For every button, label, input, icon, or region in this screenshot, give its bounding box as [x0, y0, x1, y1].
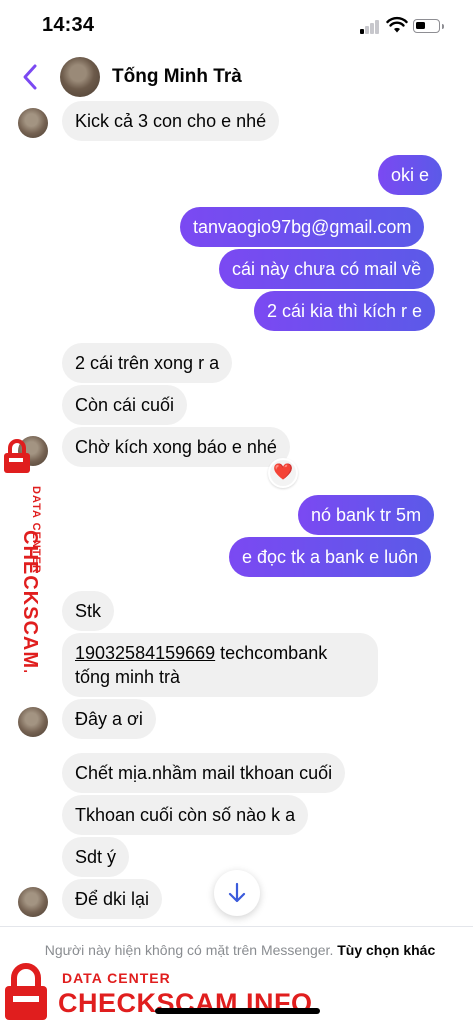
sender-avatar[interactable]	[18, 707, 48, 737]
contact-name[interactable]: Tống Minh Trà	[112, 66, 242, 88]
status-bar: 14:34	[0, 0, 473, 52]
chat-header: Tống Minh Trà	[0, 52, 473, 104]
message-bubble-outgoing[interactable]: e đọc tk a bank e luôn	[229, 537, 432, 577]
footer-divider	[0, 926, 473, 927]
message-bubble-incoming[interactable]: Chết mịa.nhầm mail tkhoan cuối	[62, 753, 346, 793]
sender-avatar[interactable]	[18, 887, 48, 917]
wifi-icon	[386, 16, 408, 33]
message-bubble-incoming[interactable]: Tkhoan cuối còn số nào k a	[62, 795, 309, 835]
home-indicator[interactable]	[155, 1008, 320, 1014]
unavailable-notice: Người này hiện không có mặt trên Messeng…	[40, 940, 440, 960]
message-bubble-outgoing[interactable]: oki e	[378, 155, 443, 195]
message-bubble-incoming[interactable]: Để dki lại	[62, 879, 163, 919]
arrow-down-icon	[228, 882, 246, 903]
message-bubble-outgoing[interactable]: nó bank tr 5m	[298, 495, 435, 535]
unavailable-text: Người này hiện không có mặt trên Messeng…	[44, 942, 334, 958]
padlock-icon	[4, 439, 30, 473]
padlock-icon	[5, 963, 47, 1020]
back-chevron-icon[interactable]	[18, 62, 42, 92]
contact-avatar[interactable]	[60, 57, 100, 97]
message-bubble-incoming[interactable]: Đây a ơi	[62, 699, 156, 739]
message-bubble-incoming[interactable]: Còn cái cuối	[62, 385, 188, 425]
watermark-vertical-text: CHECKSCAM.INFO DATA CENTER	[19, 486, 42, 672]
cellular-signal-icon	[360, 20, 380, 34]
message-bubble-outgoing[interactable]: cái này chưa có mail về	[219, 249, 435, 289]
watermark-subtitle: DATA CENTER	[62, 970, 171, 986]
message-bubble-incoming[interactable]: 19032584159669 techcombank tống minh trà	[62, 633, 378, 697]
message-bubble-incoming[interactable]: Chờ kích xong báo e nhé	[62, 427, 290, 467]
bank-name: techcombank	[215, 643, 328, 663]
scroll-to-bottom-button[interactable]	[214, 870, 260, 916]
account-number-link[interactable]: 19032584159669	[75, 643, 215, 663]
more-options-link[interactable]: Tùy chọn khác	[337, 942, 435, 958]
watermark-bottom: DATA CENTER CHECKSCAM.INFO	[0, 960, 312, 1024]
message-bubble-outgoing[interactable]: tanvaogio97bg@gmail.com	[180, 207, 425, 247]
svg-text:DATA CENTER: DATA CENTER	[30, 486, 42, 574]
battery-icon	[413, 19, 444, 33]
heart-reaction-icon[interactable]: ❤️	[268, 458, 298, 488]
watermark-title: CHECKSCAM.INFO	[58, 988, 313, 1018]
message-bubble-incoming[interactable]: Stk	[62, 591, 115, 631]
message-bubble-outgoing[interactable]: 2 cái kia thì kích r e	[254, 291, 436, 331]
status-time: 14:34	[42, 14, 95, 36]
sender-avatar[interactable]	[18, 108, 48, 138]
message-bubble-incoming[interactable]: 2 cái trên xong r a	[62, 343, 233, 383]
message-bubble-incoming[interactable]: Sdt ý	[62, 837, 130, 877]
watermark-side: CHECKSCAM.INFO DATA CENTER	[0, 436, 50, 672]
message-bubble-incoming[interactable]: Kick cả 3 con cho e nhé	[62, 101, 280, 141]
account-holder-name: tống minh trà	[75, 667, 181, 687]
